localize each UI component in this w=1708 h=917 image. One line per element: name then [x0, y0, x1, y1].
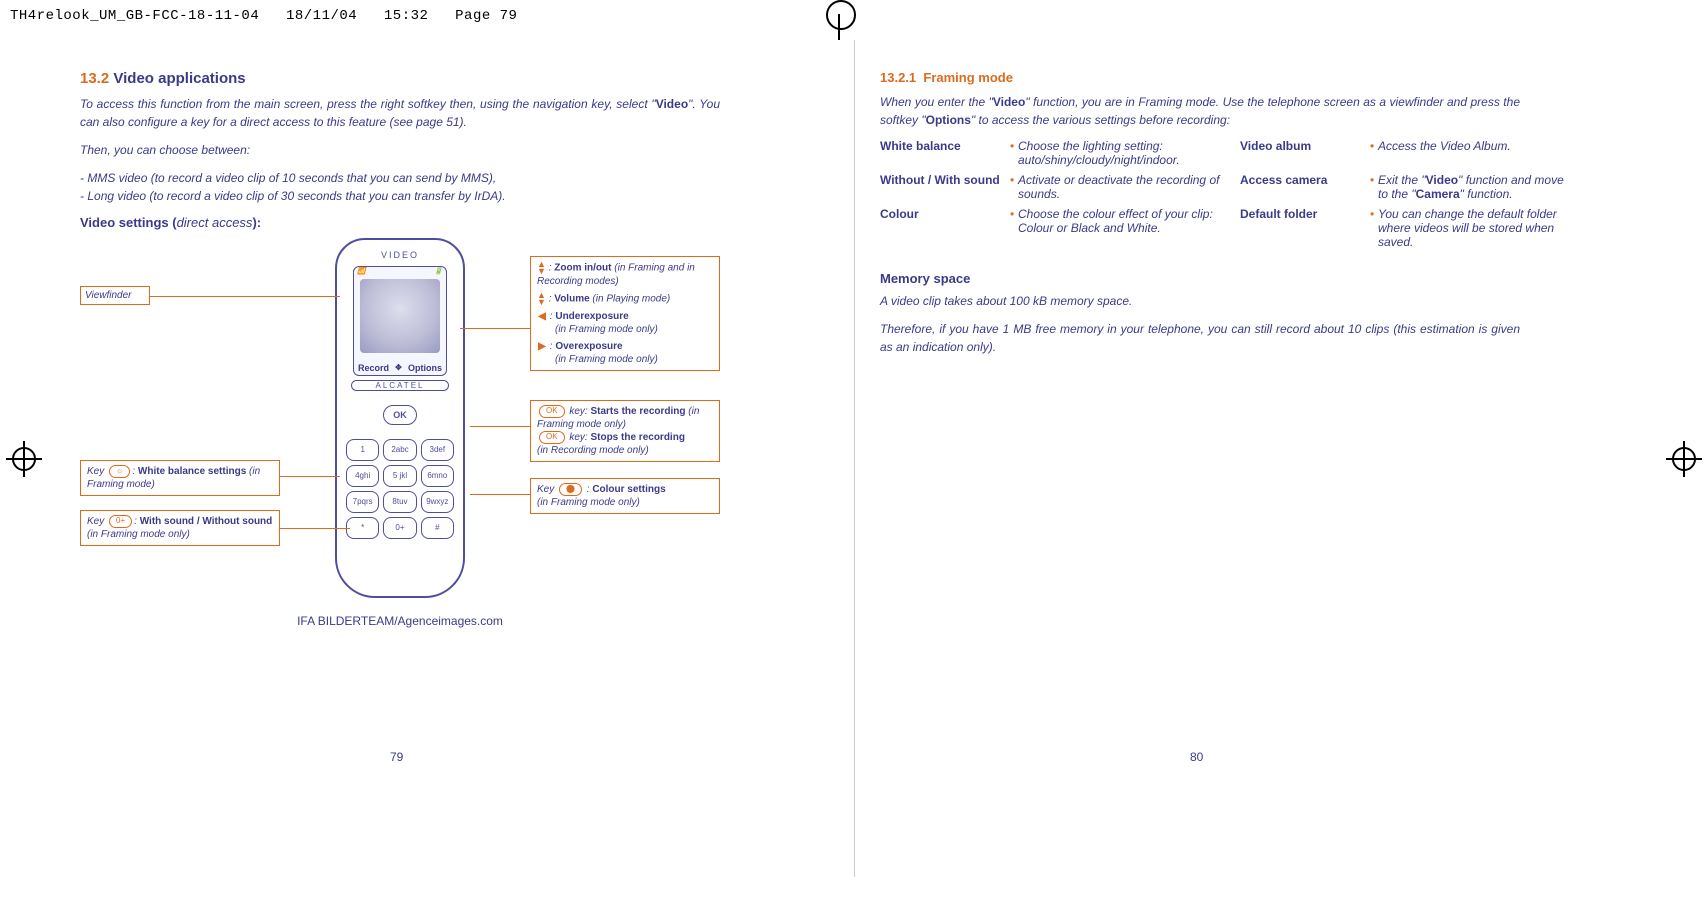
memory-p2: Therefore, if you have 1 MB free memory …	[880, 320, 1520, 356]
page-80: 13.2.1 Framing mode When you enter the "…	[880, 70, 1520, 366]
header-page: Page 79	[455, 8, 517, 24]
callout-sound-toggle: Key 0+: With sound / Without sound (in F…	[80, 510, 280, 546]
callout-nav-arrows: ▲▼ : Zoom in/out (in Framing and in Reco…	[530, 256, 720, 371]
callout-white-balance: Key ☼: White balance settings (in Framin…	[80, 460, 280, 496]
page-gutter	[854, 40, 855, 877]
key-star: *	[346, 517, 379, 539]
page-number-80: 80	[1190, 750, 1203, 764]
leader-colour	[470, 494, 530, 495]
framing-intro: When you enter the "Video" function, you…	[880, 93, 1520, 129]
memory-p1: A video clip takes about 100 kB memory s…	[880, 292, 1520, 310]
key-hash: #	[421, 517, 454, 539]
header-date: 18/11/04	[286, 8, 357, 24]
subsection-heading: 13.2.1 Framing mode	[880, 70, 1520, 85]
crop-mark-top	[838, 0, 870, 40]
page-79: 13.2 Video applications To access this f…	[80, 70, 720, 628]
up-down-arrow-icon: ▲▼	[537, 292, 546, 306]
softkey-left: Record	[358, 363, 389, 373]
choice-list: MMS video (to record a video clip of 10 …	[80, 169, 720, 205]
leader-record	[470, 426, 530, 427]
keypad: 1 2abc 3def 4ghi 5 jkl 6mno 7pqrs 8tuv 9…	[346, 439, 454, 539]
section-heading: 13.2 Video applications	[80, 70, 720, 87]
opt-label-default-folder: Default folder	[1240, 207, 1370, 249]
section-number: 13.2	[80, 70, 109, 87]
callout-colour-settings: Key ⬤ : Colour settings(in Framing mode …	[530, 478, 720, 514]
opt-desc-sound: Activate or deactivate the recording of …	[1010, 173, 1240, 201]
opt-desc-access-camera: Exit the "Video" function and move to th…	[1370, 173, 1570, 201]
image-credit: IFA BILDERTEAM/Agenceimages.com	[80, 614, 720, 628]
key-5: 5 jkl	[383, 465, 416, 487]
header-time: 15:32	[384, 8, 429, 24]
opt-label-access-camera: Access camera	[1240, 173, 1370, 201]
leader-viewfinder	[150, 296, 340, 297]
key-2: 2abc	[383, 439, 416, 461]
section-title: Video applications	[113, 70, 245, 87]
viewfinder-image	[360, 279, 440, 353]
key-8: 8tuv	[383, 491, 416, 513]
leader-arrows	[460, 328, 530, 329]
callout-record-key: OK key: Starts the recording (in Framing…	[530, 400, 720, 462]
choice-long: Long video (to record a video clip of 30…	[80, 187, 720, 205]
choice-mms: MMS video (to record a video clip of 10 …	[80, 169, 720, 187]
key-9: 9wxyz	[421, 491, 454, 513]
up-down-arrow-icon: ▲▼	[537, 261, 546, 275]
phone-screen: 📶🔋 Record ✥ Options	[353, 266, 447, 376]
opt-label-sound: Without / With sound	[880, 173, 1010, 201]
subsection-title: Framing mode	[923, 70, 1013, 85]
subsection-number: 13.2.1	[880, 70, 916, 85]
opt-desc-default-folder: You can change the default folder where …	[1370, 207, 1570, 249]
key-4: 4ghi	[346, 465, 379, 487]
phone-brand: ALCATEL	[351, 380, 449, 391]
ok-key-icon: OK	[539, 405, 565, 417]
registration-mark-right	[1666, 441, 1702, 477]
leader-wb	[280, 476, 340, 477]
opt-label-colour: Colour	[880, 207, 1010, 249]
registration-mark-left	[6, 441, 42, 477]
header-filename: TH4relook_UM_GB-FCC-18-11-04	[10, 8, 259, 24]
softkey-right: Options	[408, 363, 442, 373]
key-1: 1	[346, 439, 379, 461]
page-number-79: 79	[390, 750, 403, 764]
phone-top-label: VIDEO	[337, 250, 463, 260]
leader-sound	[280, 528, 350, 529]
intro-paragraph-1: To access this function from the main sc…	[80, 95, 720, 131]
ok-key-icon: OK	[539, 431, 565, 443]
options-table: White balance Choose the lighting settin…	[880, 139, 1520, 249]
opt-desc-white-balance: Choose the lighting setting: auto/shiny/…	[1010, 139, 1240, 167]
opt-label-video-album: Video album	[1240, 139, 1370, 167]
right-arrow-icon: ▶	[537, 340, 547, 353]
phone-diagram: VIDEO 📶🔋 Record ✥ Options ALCATEL OK 1 2…	[80, 238, 720, 608]
nav-indicator-icon: ✥	[395, 363, 402, 373]
memory-heading: Memory space	[880, 271, 1520, 286]
left-arrow-icon: ◀	[537, 310, 547, 323]
ok-key: OK	[383, 405, 417, 425]
key-0: 0+	[383, 517, 416, 539]
video-settings-heading: Video settings (direct access):	[80, 215, 720, 230]
key-icon: ☼	[109, 465, 130, 477]
opt-desc-colour: Choose the colour effect of your clip: C…	[1010, 207, 1240, 249]
choose-intro: Then, you can choose between:	[80, 141, 720, 159]
key-3: 3def	[421, 439, 454, 461]
opt-label-white-balance: White balance	[880, 139, 1010, 167]
key-icon: ⬤	[559, 483, 582, 495]
opt-desc-video-album: Access the Video Album.	[1370, 139, 1570, 167]
key-6: 6mno	[421, 465, 454, 487]
callout-viewfinder: Viewfinder	[80, 286, 150, 305]
key-icon: 0+	[109, 515, 132, 527]
key-7: 7pqrs	[346, 491, 379, 513]
phone-outline: VIDEO 📶🔋 Record ✥ Options ALCATEL OK 1 2…	[335, 238, 465, 598]
